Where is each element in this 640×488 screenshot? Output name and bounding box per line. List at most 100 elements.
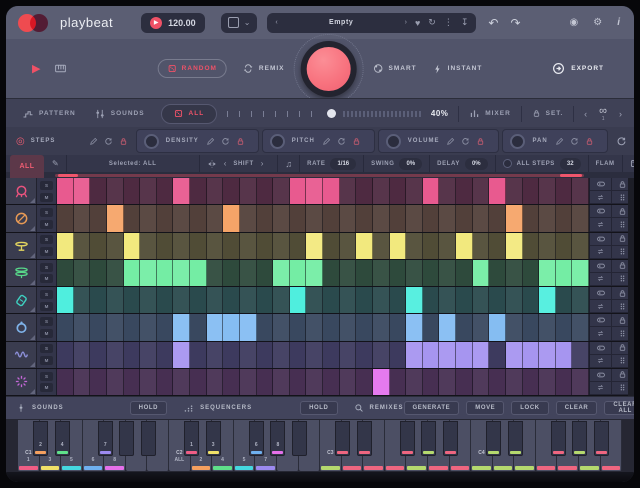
bpm-display[interactable]: ▶ 120.00 [141, 13, 205, 33]
settings-gear-icon[interactable]: ⚙ [593, 17, 602, 28]
step-cell[interactable] [157, 205, 174, 231]
swap-button[interactable] [590, 191, 612, 204]
step-cell[interactable] [190, 314, 207, 340]
solo-button[interactable]: S [40, 290, 53, 299]
pencil-icon[interactable] [89, 137, 98, 146]
step-cell[interactable] [74, 314, 91, 340]
step-cell[interactable] [223, 314, 240, 340]
pencil-icon[interactable] [446, 137, 455, 146]
shift-left-button[interactable]: ‹ [224, 159, 227, 168]
step-cell[interactable] [572, 314, 589, 340]
lock-icon[interactable] [119, 137, 128, 146]
sequencers-hold-button[interactable]: HOLD [300, 401, 337, 415]
step-cell[interactable] [140, 314, 157, 340]
refresh-icon[interactable] [221, 137, 230, 146]
step-cell[interactable] [306, 287, 323, 313]
param-knob[interactable] [510, 134, 525, 149]
step-cell[interactable] [290, 260, 307, 286]
step-cell[interactable] [539, 342, 556, 368]
step-cell[interactable] [90, 342, 107, 368]
step-cell[interactable] [157, 287, 174, 313]
step-cell[interactable] [190, 287, 207, 313]
step-cell[interactable] [406, 314, 423, 340]
all-steps-knob[interactable] [503, 159, 512, 168]
mixer-button[interactable]: MIXER [469, 108, 511, 119]
keyboard-icon[interactable] [54, 62, 67, 75]
tag-button[interactable] [590, 369, 612, 382]
all-tracks-tab[interactable]: ALL [10, 155, 44, 178]
step-cell[interactable] [356, 369, 373, 395]
track-hihat-closed-button[interactable] [6, 233, 37, 259]
step-cell[interactable] [173, 260, 190, 286]
mute-button[interactable]: M [40, 302, 53, 311]
step-cell[interactable] [523, 287, 540, 313]
step-cell[interactable] [439, 178, 456, 204]
step-cell[interactable] [439, 233, 456, 259]
sequencers-page-button[interactable]: SEQUENCERS [183, 403, 252, 414]
step-cell[interactable] [390, 205, 407, 231]
step-cell[interactable] [140, 205, 157, 231]
tag-button[interactable] [590, 314, 612, 327]
delay-value[interactable]: 0% [465, 158, 488, 170]
step-cell[interactable] [107, 260, 124, 286]
step-cell[interactable] [90, 314, 107, 340]
step-cell[interactable] [423, 233, 440, 259]
step-cell[interactable] [356, 287, 373, 313]
step-cell[interactable] [207, 233, 224, 259]
step-cell[interactable] [173, 233, 190, 259]
dice-icon[interactable] [630, 159, 634, 168]
step-cell[interactable] [107, 178, 124, 204]
step-cell[interactable] [57, 233, 74, 259]
step-cell[interactable] [290, 205, 307, 231]
step-cell[interactable] [523, 260, 540, 286]
track-hihat-open-button[interactable] [6, 260, 37, 286]
step-cell[interactable] [506, 178, 523, 204]
step-cell[interactable] [107, 205, 124, 231]
step-cell[interactable] [373, 369, 390, 395]
main-knob[interactable] [301, 41, 357, 97]
undo-button[interactable]: ↶ [488, 16, 498, 30]
step-cell[interactable] [273, 178, 290, 204]
target-icon[interactable]: ◎ [16, 136, 25, 147]
step-cell[interactable] [473, 233, 490, 259]
step-cell[interactable] [306, 233, 323, 259]
step-cell[interactable] [107, 314, 124, 340]
step-cell[interactable] [539, 314, 556, 340]
refresh-icon[interactable] [104, 137, 113, 146]
step-cell[interactable] [207, 178, 224, 204]
step-cell[interactable] [523, 178, 540, 204]
solo-button[interactable]: S [40, 344, 53, 353]
black-key[interactable] [486, 421, 501, 456]
black-key[interactable] [335, 421, 350, 456]
mute-button[interactable]: M [40, 193, 53, 202]
lock-icon[interactable] [476, 137, 485, 146]
clear-all-button[interactable]: CLEAR ALL [604, 401, 634, 415]
mute-button[interactable]: M [40, 329, 53, 338]
step-cell[interactable] [190, 205, 207, 231]
step-cell[interactable] [439, 342, 456, 368]
black-key[interactable] [292, 421, 307, 456]
step-cell[interactable] [323, 205, 340, 231]
step-cell[interactable] [423, 287, 440, 313]
mute-button[interactable]: M [40, 356, 53, 365]
all-steps-value[interactable]: 32 [560, 158, 581, 170]
tag-button[interactable] [590, 178, 612, 191]
step-cell[interactable] [257, 342, 274, 368]
preset-menu-icon[interactable]: ⋮ [444, 17, 453, 28]
instant-button[interactable]: INSTANT [433, 64, 483, 74]
step-cell[interactable] [373, 205, 390, 231]
step-cell[interactable] [306, 342, 323, 368]
pencil-icon[interactable] [322, 137, 331, 146]
pattern-prev-button[interactable]: ‹ [584, 109, 587, 119]
step-cell[interactable] [340, 233, 357, 259]
info-icon[interactable]: i [617, 17, 620, 28]
step-cell[interactable] [489, 342, 506, 368]
step-cell[interactable] [423, 178, 440, 204]
track-fx-button[interactable] [6, 342, 37, 368]
step-cell[interactable] [257, 233, 274, 259]
step-cell[interactable] [506, 342, 523, 368]
step-cell[interactable] [523, 369, 540, 395]
step-cell[interactable] [340, 314, 357, 340]
step-cell[interactable] [223, 233, 240, 259]
track-clap-button[interactable] [6, 369, 37, 395]
